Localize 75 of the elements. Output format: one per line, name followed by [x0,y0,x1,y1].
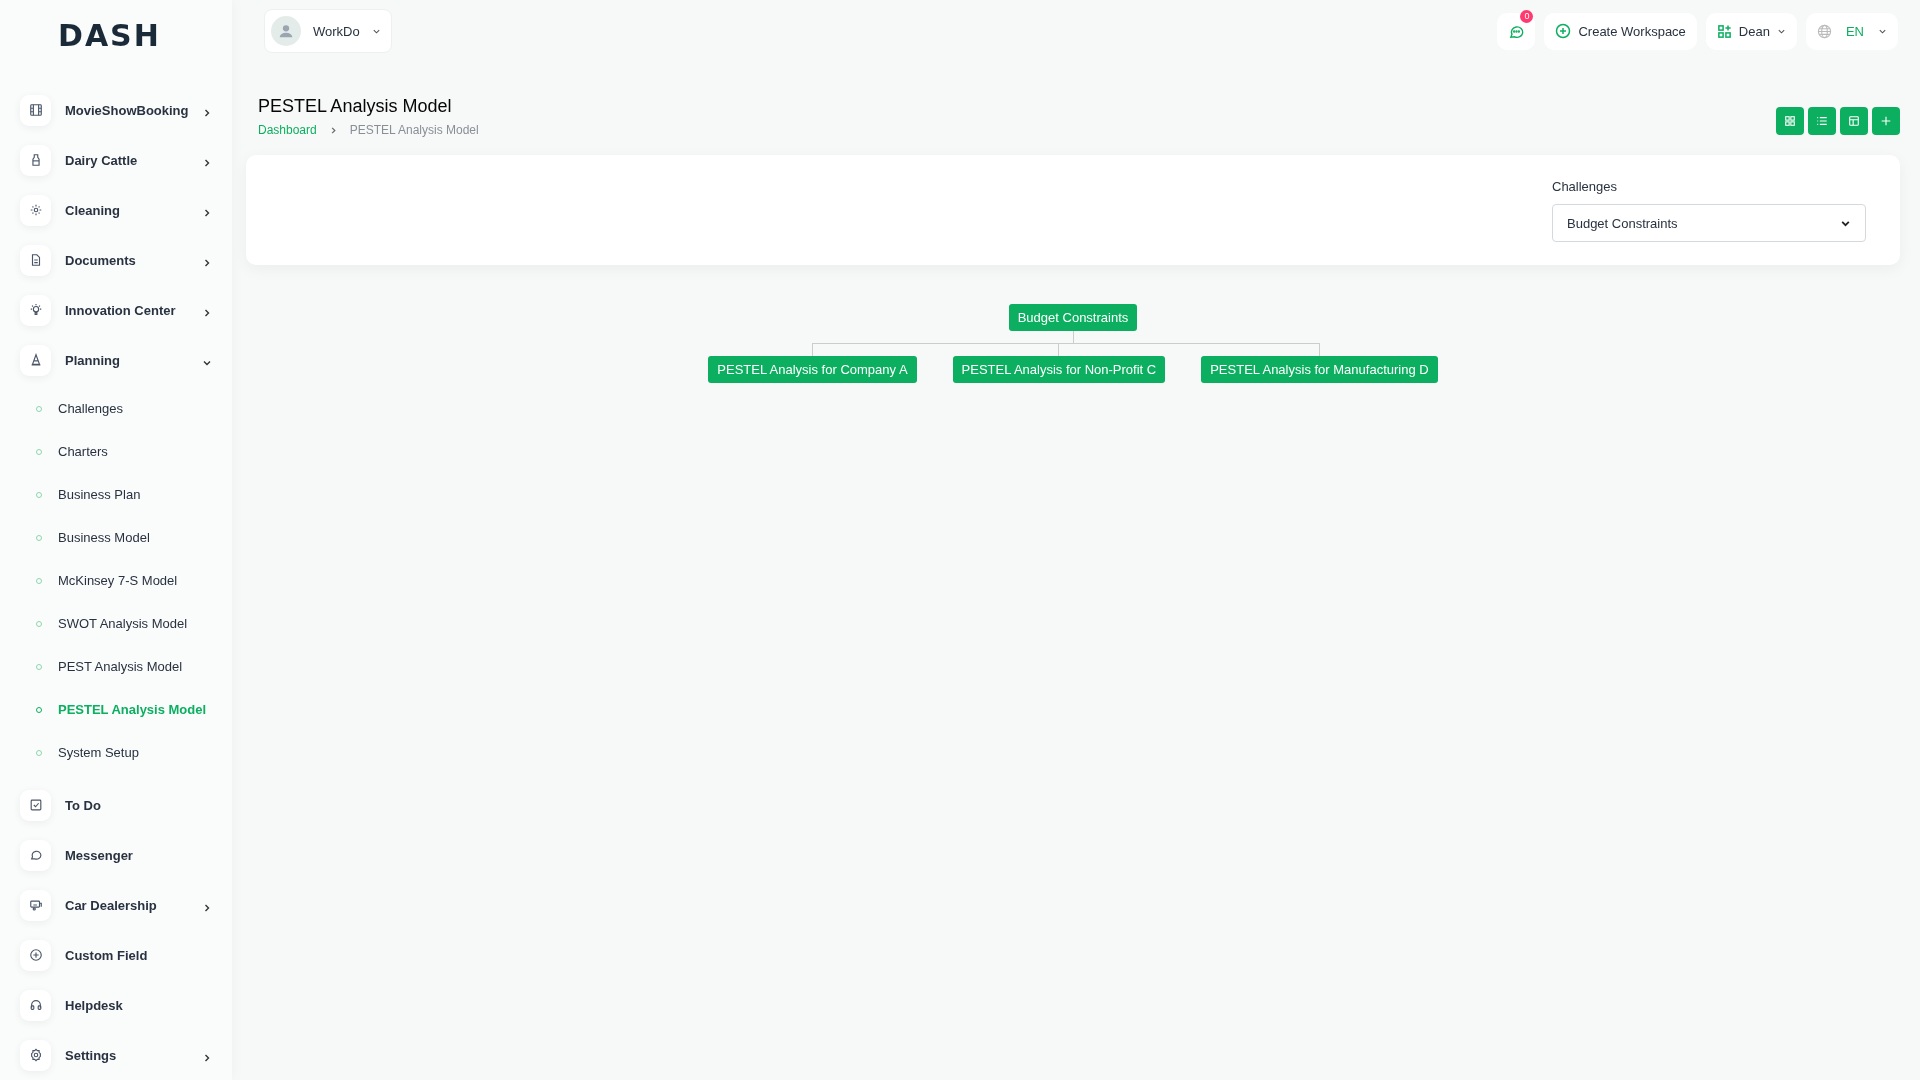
list-icon [1816,115,1828,127]
sidebar-item[interactable]: Dairy Cattle [0,135,232,185]
chevron-icon [202,108,212,118]
globe-icon [1816,23,1832,39]
sidebar-item-label: Dairy Cattle [65,152,139,168]
add-view-button[interactable] [1872,107,1900,135]
sidebar-item[interactable]: Car Dealership [0,880,232,930]
submenu-item[interactable]: System Setup [0,731,232,774]
workspace-selector[interactable]: WorkDo [264,9,392,53]
grid-view-button[interactable] [1776,107,1804,135]
chevron-icon [202,903,212,913]
submenu-item[interactable]: Charters [0,430,232,473]
sidebar-item-label: Documents [65,252,137,268]
sidebar-item[interactable]: To Do [0,780,232,830]
sidebar-item[interactable]: Messenger [0,830,232,880]
sidebar-item-label: Planning [65,352,121,368]
submenu-item[interactable]: McKinsey 7-S Model [0,559,232,602]
submenu-item[interactable]: Business Model [0,516,232,559]
avatar-icon [271,16,301,46]
plus-icon [1880,115,1892,127]
cone-icon [20,344,51,376]
chevron-icon [202,358,212,368]
language-code: EN [1845,23,1864,39]
page-title: PESTEL Analysis Model [258,96,453,117]
sidebar-item[interactable]: MovieShowBooking [0,85,232,135]
logo[interactable]: DASH [0,0,232,71]
table-view-button[interactable] [1840,107,1868,135]
apps-icon [1716,23,1732,39]
chevron-icon [202,1053,212,1063]
chevron-icon [202,158,212,168]
bulb-icon [20,294,51,326]
list-view-button[interactable] [1808,107,1836,135]
sidebar-item[interactable]: Cleaning [0,185,232,235]
field-label: Challenges [1552,179,1619,194]
check-icon [20,789,51,821]
sidebar-item-label: Settings [65,1047,118,1063]
plus-circle-icon [1555,23,1572,39]
sidebar-item[interactable]: Innovation Center [0,285,232,335]
sun-icon [20,194,51,226]
sidebar-item-label: MovieShowBooking [65,102,190,118]
sidebar-item-label: Car Dealership [65,897,158,913]
sidebar-item[interactable]: Documents [0,235,232,285]
user-menu[interactable]: Dean [1705,12,1797,50]
sidebar-item[interactable]: Settings [0,1030,232,1080]
notification-badge: 0 [1520,9,1534,23]
sidebar-item-label: Custom Field [65,947,149,963]
sidebar-item[interactable]: Custom Field [0,930,232,980]
sidebar-item[interactable]: Planning [0,335,232,385]
chevron-icon [202,258,212,268]
submenu-item[interactable]: SWOT Analysis Model [0,602,232,645]
chevron-icon [202,308,212,318]
submenu-item[interactable]: Challenges [0,387,232,430]
submenu-item[interactable]: Business Plan [0,473,232,516]
submenu-item[interactable]: PEST Analysis Model [0,645,232,688]
table-icon [1848,115,1860,127]
create-workspace-button[interactable]: Create Workspace [1544,12,1697,50]
breadcrumb-current: PESTEL Analysis Model [349,123,479,137]
bottle-icon [20,144,51,176]
chat-icon [20,839,51,871]
grid-icon [1784,115,1796,127]
film-icon [20,94,51,126]
gear-icon [20,1039,51,1071]
doc-icon [20,244,51,276]
chevron-icon [202,208,212,218]
plus-icon [20,939,51,971]
sidebar-item-label: Cleaning [65,202,121,218]
workspace-name: WorkDo [313,23,360,39]
sidebar-item-label: Messenger [65,847,134,863]
sidebar-item-label: Innovation Center [65,302,177,318]
sidebar-item-label: Helpdesk [65,997,124,1013]
sidebar-item[interactable]: Helpdesk [0,980,232,1030]
sidebar-item-label: To Do [65,797,102,813]
headset-icon [20,989,51,1021]
challenge-select[interactable]: Budget Constraints [1552,204,1866,242]
car-icon [20,889,51,921]
